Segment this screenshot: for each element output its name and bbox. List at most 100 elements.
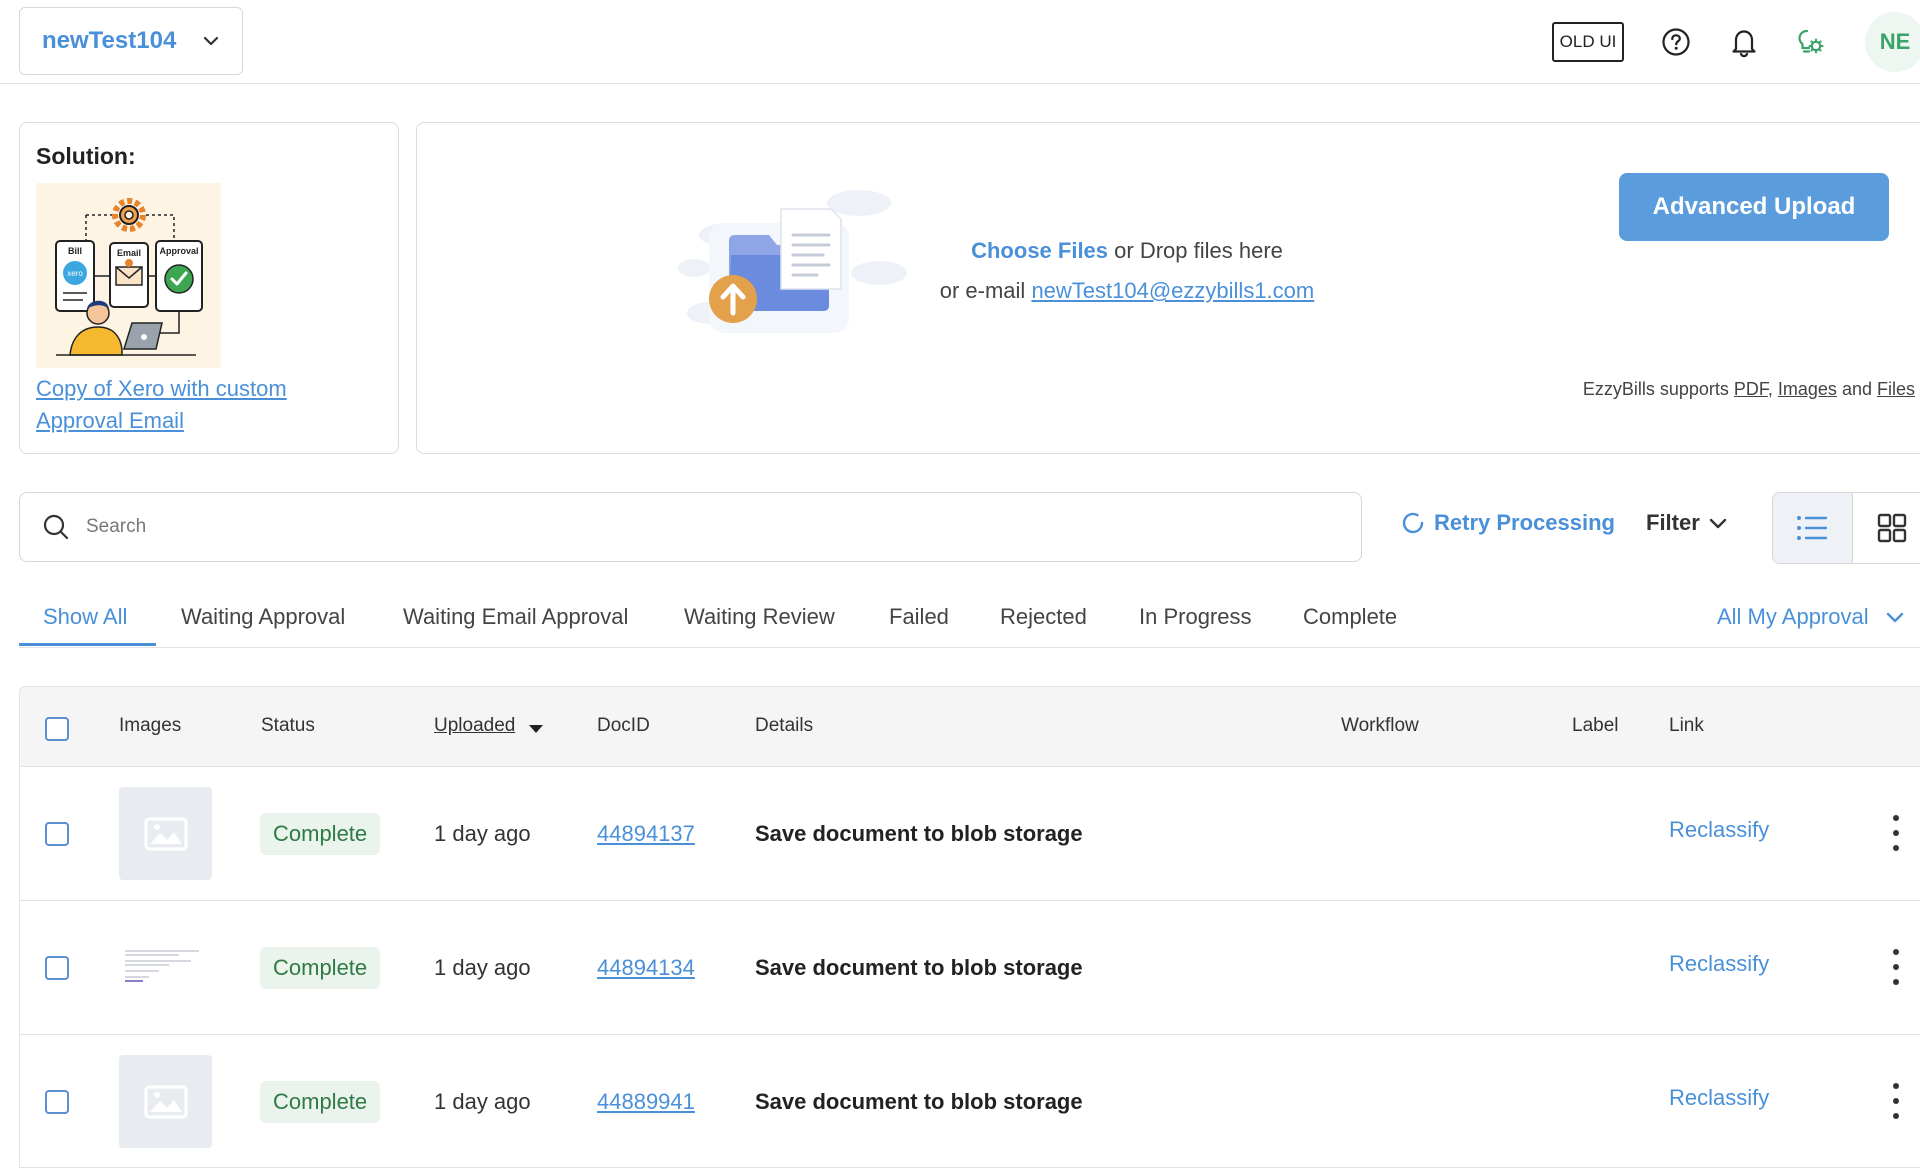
chevron-down-icon — [203, 36, 219, 46]
retry-processing-label: Retry Processing — [1434, 510, 1615, 535]
more-options-icon[interactable] — [1886, 815, 1906, 851]
bulb-gear-icon[interactable] — [1790, 22, 1830, 62]
choose-files-link[interactable]: Choose Files — [971, 238, 1108, 263]
tab-in-progress[interactable]: In Progress — [1139, 596, 1252, 646]
upload-email-link[interactable]: newTest104@ezzybills1.com — [1031, 278, 1314, 303]
supported-formats: EzzyBills supports PDF, Images and Files — [1583, 379, 1915, 400]
uploaded-time: 1 day ago — [434, 955, 531, 980]
status-badge: Complete — [260, 813, 381, 855]
upload-folder-icon — [669, 183, 909, 353]
view-toggle — [1772, 492, 1920, 564]
email-label: Email — [117, 248, 141, 258]
drop-files-text: or Drop files here — [1108, 238, 1283, 263]
document-thumbnail[interactable] — [119, 921, 212, 1014]
advanced-upload-button[interactable]: Advanced Upload — [1619, 173, 1889, 241]
xero-label: xero — [67, 269, 83, 278]
bill-label: Bill — [68, 246, 82, 256]
filter-dropdown[interactable]: Filter — [1646, 510, 1728, 536]
search-icon — [43, 514, 69, 540]
old-ui-button[interactable]: OLD UI — [1552, 22, 1624, 62]
header-label: Label — [1572, 715, 1619, 736]
row-details: Save document to blob storage — [755, 821, 1083, 846]
organization-select[interactable]: newTest104 — [19, 7, 243, 75]
reclassify-link[interactable]: Reclassify — [1669, 1085, 1769, 1111]
upload-instructions: Choose Files or Drop files here or e-mai… — [927, 231, 1327, 311]
docid-link[interactable]: 44894134 — [597, 955, 695, 981]
retry-processing-button[interactable]: Retry Processing — [1400, 510, 1615, 536]
approval-filter-label: All My Approval — [1717, 604, 1869, 629]
more-options-icon[interactable] — [1886, 1083, 1906, 1119]
tab-complete[interactable]: Complete — [1303, 596, 1397, 646]
list-view-button[interactable] — [1773, 493, 1853, 563]
tab-waiting-review[interactable]: Waiting Review — [684, 596, 835, 646]
upload-dropzone[interactable]: Choose Files or Drop files here or e-mai… — [416, 122, 1920, 454]
header-uploaded[interactable]: Uploaded — [434, 715, 515, 737]
files-link[interactable]: Files — [1877, 379, 1915, 399]
help-icon[interactable] — [1656, 22, 1696, 62]
uploaded-time: 1 day ago — [434, 821, 531, 846]
refresh-icon — [1402, 512, 1424, 534]
status-badge: Complete — [260, 1081, 381, 1123]
row-checkbox[interactable] — [45, 956, 69, 980]
row-checkbox[interactable] — [45, 822, 69, 846]
search-placeholder: Search — [86, 516, 147, 537]
reclassify-link[interactable]: Reclassify — [1669, 951, 1769, 977]
more-options-icon[interactable] — [1886, 949, 1906, 985]
status-tabs: Show All Waiting Approval Waiting Email … — [19, 596, 1920, 648]
solution-card: Solution: Bill xero Email Approval Copy … — [19, 122, 399, 454]
table-header: Images Status Uploaded DocID Details Wor… — [20, 687, 1920, 767]
document-preview-icon — [125, 950, 199, 982]
table-row[interactable]: Complete 1 day ago 44889941 Save documen… — [20, 1035, 1920, 1167]
document-thumbnail[interactable] — [119, 1055, 212, 1148]
row-details: Save document to blob storage — [755, 1089, 1083, 1114]
image-placeholder-icon — [144, 817, 187, 850]
bell-icon[interactable] — [1724, 22, 1764, 62]
solution-title: Solution: — [36, 143, 136, 169]
document-thumbnail[interactable] — [119, 787, 212, 880]
sort-desc-icon[interactable] — [528, 723, 544, 735]
user-avatar[interactable]: NE — [1865, 12, 1920, 72]
images-link[interactable]: Images — [1778, 379, 1837, 399]
docid-link[interactable]: 44894137 — [597, 821, 695, 847]
status-badge: Complete — [260, 947, 381, 989]
reclassify-link[interactable]: Reclassify — [1669, 817, 1769, 843]
approval-filter-select[interactable]: All My Approval — [1717, 604, 1905, 630]
tab-show-all[interactable]: Show All — [19, 596, 156, 646]
search-input[interactable]: Search — [19, 492, 1362, 562]
header-details: Details — [755, 715, 814, 736]
tab-waiting-approval[interactable]: Waiting Approval — [181, 596, 345, 646]
header-workflow: Workflow — [1341, 715, 1419, 736]
chevron-down-icon — [1709, 518, 1726, 529]
list-icon — [1797, 516, 1828, 540]
supports-and: and — [1836, 379, 1877, 399]
solution-illustration: Bill xero Email Approval — [36, 183, 221, 368]
chevron-down-icon — [1886, 612, 1903, 623]
header-status: Status — [261, 715, 315, 736]
tab-failed[interactable]: Failed — [889, 596, 949, 646]
organization-name: newTest104 — [42, 27, 177, 54]
filter-label: Filter — [1646, 510, 1700, 535]
header-link: Link — [1669, 715, 1704, 736]
select-all-checkbox[interactable] — [45, 717, 69, 741]
image-placeholder-icon — [144, 1085, 187, 1118]
pdf-link[interactable]: PDF — [1734, 379, 1768, 399]
grid-view-button[interactable] — [1853, 493, 1920, 563]
grid-icon — [1877, 513, 1906, 543]
header-images: Images — [119, 715, 182, 736]
top-bar: newTest104 OLD UI NE — [0, 0, 1920, 84]
solution-link[interactable]: Copy of Xero with custom Approval Email — [36, 373, 376, 437]
row-checkbox[interactable] — [45, 1090, 69, 1114]
uploaded-time: 1 day ago — [434, 1089, 531, 1114]
header-docid: DocID — [597, 715, 650, 736]
table-row[interactable]: Complete 1 day ago 44894137 Save documen… — [20, 767, 1920, 901]
tab-waiting-email-approval[interactable]: Waiting Email Approval — [403, 596, 628, 646]
supports-prefix: EzzyBills supports — [1582, 379, 1734, 399]
approval-label: Approval — [159, 246, 198, 256]
row-details: Save document to blob storage — [755, 955, 1083, 980]
docid-link[interactable]: 44889941 — [597, 1089, 695, 1115]
tab-rejected[interactable]: Rejected — [1000, 596, 1087, 646]
table-row[interactable]: Complete 1 day ago 44894134 Save documen… — [20, 901, 1920, 1035]
email-prefix: or e-mail — [939, 278, 1032, 303]
documents-table: Images Status Uploaded DocID Details Wor… — [19, 686, 1920, 1168]
supports-sep: , — [1767, 379, 1778, 399]
